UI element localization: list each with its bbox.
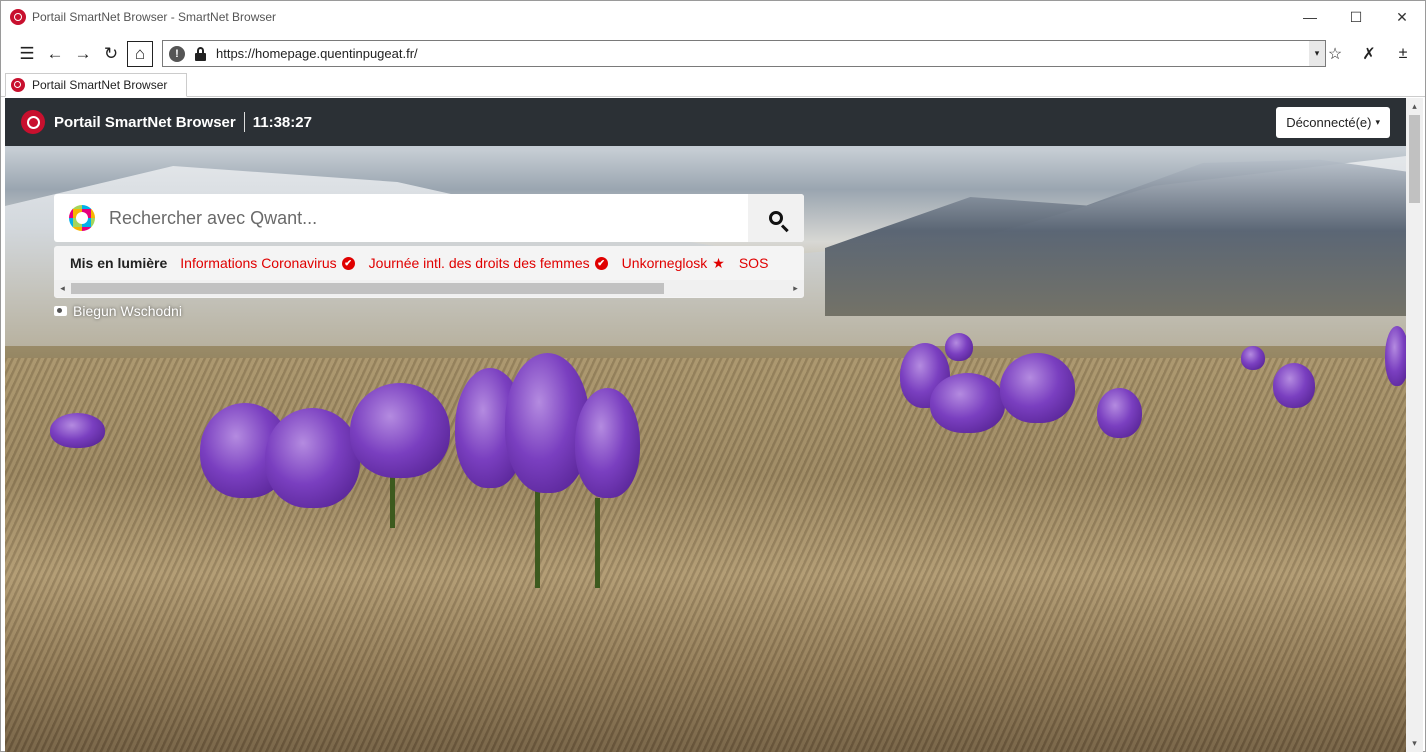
featured-link-text: Unkorneglosk	[621, 255, 708, 271]
reload-icon[interactable]: ↻	[97, 40, 125, 68]
flower-stem	[595, 498, 600, 588]
back-icon[interactable]: ←	[41, 40, 69, 68]
camera-icon	[54, 306, 67, 316]
scroll-down-icon[interactable]: ▾	[1406, 735, 1423, 752]
tab-favicon-icon	[11, 78, 25, 92]
tool-disconnect-icon[interactable]: ✗	[1355, 40, 1383, 68]
scrollbar-thumb[interactable]	[71, 283, 664, 294]
window-title: Portail SmartNet Browser - SmartNet Brow…	[32, 10, 277, 24]
address-bar[interactable]: ! https://homepage.quentinpugeat.fr/ ▾	[162, 40, 1326, 67]
site-info-icon[interactable]: !	[169, 45, 185, 62]
crocus-flower	[1385, 326, 1406, 386]
search-button[interactable]	[748, 194, 804, 242]
crocus-flower	[350, 383, 450, 478]
nav-right-tools: ☆ ✗ ±	[1321, 40, 1417, 68]
verified-badge-icon: ✔	[341, 256, 355, 270]
featured-link-womens-day[interactable]: Journée intl. des droits des femmes ✔	[369, 255, 608, 271]
photo-credit[interactable]: Biegun Wschodni	[54, 303, 182, 319]
photo-credit-text: Biegun Wschodni	[73, 303, 182, 319]
crocus-flower	[575, 388, 640, 498]
navigation-bar: ☰ ← → ↻ ⌂ ! https://homepage.quentinpuge…	[1, 37, 1425, 71]
featured-horizontal-scrollbar[interactable]: ◂ ▸	[54, 280, 804, 297]
maximize-button[interactable]: ☐	[1333, 1, 1379, 33]
flower-stem	[535, 488, 540, 588]
tab-portail[interactable]: Portail SmartNet Browser	[5, 73, 187, 97]
featured-link-coronavirus[interactable]: Informations Coronavirus ✔	[180, 255, 355, 271]
qwant-logo-icon	[69, 205, 95, 231]
crocus-flower	[1273, 363, 1315, 408]
featured-row: Mis en lumière Informations Coronavirus …	[54, 246, 782, 280]
clock: 11:38:27	[252, 113, 312, 131]
forward-icon[interactable]: →	[69, 40, 97, 68]
scroll-left-icon[interactable]: ◂	[54, 280, 71, 297]
tab-strip: Portail SmartNet Browser	[1, 73, 1425, 97]
browser-window: Portail SmartNet Browser - SmartNet Brow…	[0, 0, 1426, 752]
search-input[interactable]	[109, 207, 709, 229]
crocus-flower	[930, 373, 1005, 433]
account-dropdown-button[interactable]: Déconnecté(e) ▾	[1276, 107, 1390, 138]
caret-down-icon: ▾	[1375, 117, 1380, 127]
star-icon: ★	[712, 254, 725, 271]
crocus-flower	[1097, 388, 1142, 438]
background-mountains-right	[825, 159, 1406, 316]
page-vertical-scrollbar[interactable]: ▴ ▾	[1406, 98, 1423, 752]
page-header: Portail SmartNet Browser 11:38:27 Déconn…	[5, 98, 1406, 146]
portal-title[interactable]: Portail SmartNet Browser	[54, 114, 236, 131]
lock-icon	[195, 46, 206, 61]
featured-link-text: Informations Coronavirus	[180, 255, 337, 271]
header-divider	[243, 112, 245, 132]
close-button[interactable]: ✕	[1379, 1, 1425, 33]
title-bar: Portail SmartNet Browser - SmartNet Brow…	[1, 1, 1425, 33]
search-box	[54, 194, 804, 242]
verified-badge-icon: ✔	[594, 256, 608, 270]
featured-bar: Mis en lumière Informations Coronavirus …	[54, 246, 804, 298]
menu-icon[interactable]: ☰	[13, 40, 41, 68]
crocus-flower	[1000, 353, 1075, 423]
home-icon[interactable]: ⌂	[127, 41, 153, 67]
crocus-flower	[265, 408, 360, 508]
portal-logo-icon[interactable]	[21, 110, 45, 134]
featured-link-text: Journée intl. des droits des femmes	[368, 255, 590, 271]
smartnet-logo-icon	[10, 9, 26, 25]
page-viewport: Portail SmartNet Browser 11:38:27 Déconn…	[5, 98, 1406, 752]
crocus-flower	[1241, 346, 1265, 370]
minimize-button[interactable]: —	[1287, 1, 1333, 33]
scrollbar-thumb[interactable]	[1409, 115, 1420, 203]
tool-connect-icon[interactable]: ±	[1389, 40, 1417, 68]
featured-link-sos[interactable]: SOS	[739, 255, 769, 271]
url-text[interactable]: https://homepage.quentinpugeat.fr/	[216, 46, 418, 61]
search-icon	[769, 211, 783, 225]
bookmark-star-icon[interactable]: ☆	[1321, 40, 1349, 68]
featured-link-unkorneglosk[interactable]: Unkorneglosk ★	[622, 255, 725, 272]
crocus-flower	[945, 333, 973, 361]
featured-label: Mis en lumière	[70, 255, 168, 271]
scroll-right-icon[interactable]: ▸	[787, 280, 804, 297]
crocus-flower	[50, 413, 105, 448]
window-controls: — ☐ ✕	[1287, 1, 1425, 33]
account-status-label: Déconnecté(e)	[1286, 115, 1372, 130]
featured-link-text: SOS	[738, 255, 769, 271]
tab-label: Portail SmartNet Browser	[32, 78, 168, 92]
scroll-up-icon[interactable]: ▴	[1406, 98, 1423, 115]
